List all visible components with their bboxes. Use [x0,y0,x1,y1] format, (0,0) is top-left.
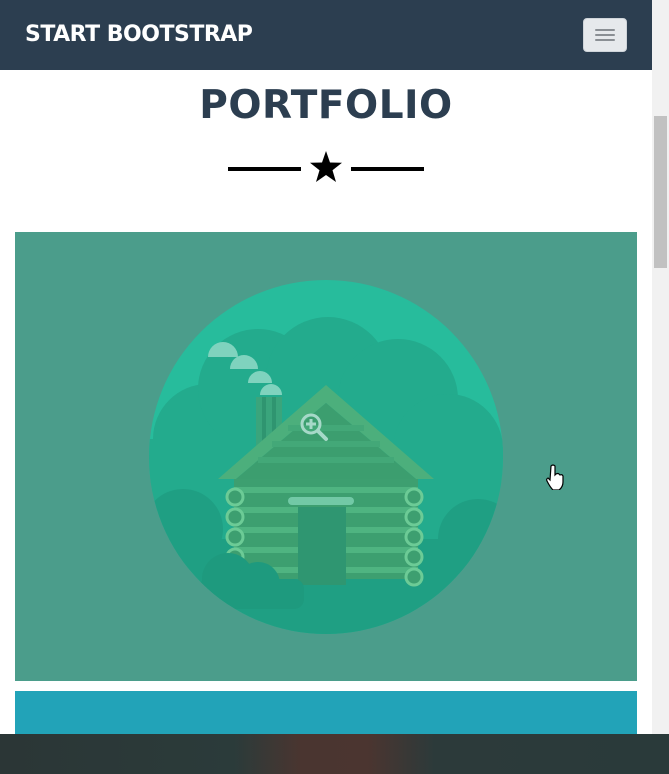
scrollbar[interactable] [652,0,669,734]
star-icon [310,151,342,182]
brand-link[interactable]: START BOOTSTRAP [25,20,253,50]
divider-line-right [351,167,424,171]
section-title: PORTFOLIO [199,83,453,128]
star-divider [228,148,424,188]
portfolio-item-cabin[interactable] [15,232,637,681]
menu-toggle-button[interactable] [583,18,627,52]
navbar: START BOOTSTRAP [0,0,652,70]
divider-line-left [228,167,301,171]
scrollbar-thumb[interactable] [654,116,667,268]
cabin-illustration [149,280,503,634]
bottom-overlay-bar [0,734,669,774]
hand-cursor-icon [546,464,564,490]
